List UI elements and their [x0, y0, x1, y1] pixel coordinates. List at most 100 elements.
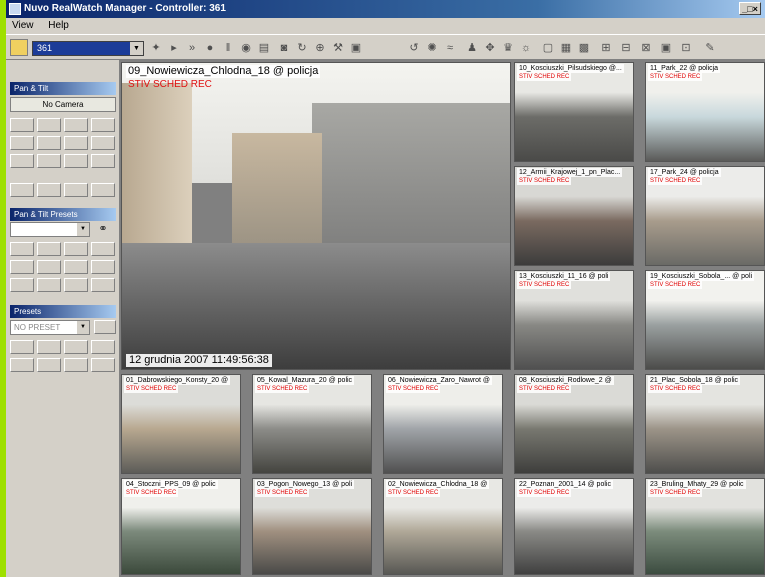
layout5-icon[interactable]: ⊟	[618, 40, 634, 56]
zoom-button[interactable]	[10, 183, 34, 197]
layout4-icon[interactable]: ⊞	[598, 40, 614, 56]
layout8-icon[interactable]: ⊡	[678, 40, 694, 56]
preset-button[interactable]	[64, 340, 88, 354]
refresh-icon[interactable]: ↻	[294, 40, 310, 56]
zoom-button[interactable]	[37, 183, 61, 197]
speed-combo[interactable]: ▼	[10, 222, 90, 237]
play-icon[interactable]: ▸	[166, 40, 182, 56]
ptz-button[interactable]	[10, 154, 34, 168]
preset-slot-button[interactable]	[37, 260, 61, 274]
undo-icon[interactable]: ↺	[406, 40, 422, 56]
wave-icon[interactable]: ≈	[442, 40, 458, 56]
preset-slot-button[interactable]	[91, 242, 115, 256]
preset-slot-button[interactable]	[10, 278, 34, 292]
camera-tile[interactable]: 11_Park_22 @ policja STIV SCHED REC	[645, 62, 765, 162]
layout-folder-icon[interactable]	[10, 39, 28, 56]
camera-tile[interactable]: 06_Nowiewicza_Zaro_Nawrot @ STIV SCHED RE…	[383, 374, 503, 474]
layout2-icon[interactable]: ▦	[558, 40, 574, 56]
camera-tile[interactable]: 08_Kosciuszki_Rodlowe_2 @ STIV SCHED REC	[514, 374, 634, 474]
menu-help[interactable]: Help	[42, 18, 75, 34]
camera-icon[interactable]: ◙	[276, 40, 292, 56]
layout6-icon[interactable]: ⊠	[638, 40, 654, 56]
camera-tile[interactable]: 23_Bruling_Mhaty_29 @ polic STIV SCHED RE…	[645, 478, 765, 575]
preset-button[interactable]	[91, 340, 115, 354]
save-icon[interactable]: ▣	[348, 40, 364, 56]
camera-tile[interactable]: 21_Plac_Sobola_18 @ polic STIV SCHED REC	[645, 374, 765, 474]
record-status: STIV SCHED REC	[648, 177, 703, 185]
camera-tile[interactable]: 12_Armii_Krajowej_1_pn_Plac... STIV SCHED…	[514, 166, 634, 266]
preset-slot-button[interactable]	[64, 278, 88, 292]
settings-icon[interactable]: ✎	[702, 40, 718, 56]
layout3-icon[interactable]: ▩	[576, 40, 592, 56]
camera-tile[interactable]: 19_Kosciuszki_Sobola_... @ poli STIV SCHE…	[645, 270, 765, 370]
app-icon	[9, 3, 21, 15]
record-icon[interactable]: ◉	[238, 40, 254, 56]
preset-button[interactable]	[37, 340, 61, 354]
camera-tile[interactable]: 22_Poznan_2001_14 @ polic STIV SCHED REC	[514, 478, 634, 575]
preset-combo-value: NO PRESET	[14, 323, 61, 332]
preset-button[interactable]	[10, 340, 34, 354]
main-camera-view[interactable]: 09_Nowiewicza_Chlodna_18 @ policja STIV …	[121, 62, 511, 370]
ptz-button[interactable]	[37, 118, 61, 132]
menu-bar: View Help	[6, 18, 765, 34]
chevron-down-icon[interactable]: ▼	[77, 223, 89, 236]
preset-slot-button[interactable]	[37, 242, 61, 256]
zoom-icon[interactable]: ⊕	[312, 40, 328, 56]
preset-combo[interactable]: NO PRESET ▼	[10, 320, 90, 335]
sun-icon[interactable]: ☼	[518, 40, 534, 56]
record-status: STIV SCHED REC	[648, 73, 703, 81]
ptz-icon[interactable]: ✥	[482, 40, 498, 56]
ptz-button[interactable]	[64, 154, 88, 168]
ptz-button[interactable]	[10, 118, 34, 132]
preset-slot-button[interactable]	[64, 242, 88, 256]
camera-tile[interactable]: 17_Park_24 @ policja STIV SCHED REC	[645, 166, 765, 266]
binoculars-icon[interactable]: ⚭	[94, 222, 112, 237]
window-controls[interactable]: _□×	[739, 2, 761, 15]
print-icon[interactable]: ▤	[256, 40, 272, 56]
camera-tile[interactable]: 05_Kowal_Mazura_20 @ polic STIV SCHED REC	[252, 374, 372, 474]
preset-go-button[interactable]	[94, 320, 116, 334]
preset-slot-button[interactable]	[10, 260, 34, 274]
alarm-icon[interactable]: ✺	[424, 40, 440, 56]
preset-slot-button[interactable]	[10, 242, 34, 256]
ptz-button[interactable]	[91, 136, 115, 150]
zoom-button[interactable]	[91, 183, 115, 197]
camera-tile[interactable]: 02_Nowiewicza_Chlodna_18 @ STIV SCHED REC	[383, 478, 503, 575]
camera-tile[interactable]: 04_Stoczni_PPS_09 @ polic STIV SCHED REC	[121, 478, 241, 575]
star-icon[interactable]: ✦	[148, 40, 164, 56]
chevron-down-icon[interactable]: ▼	[77, 321, 89, 334]
preset-button[interactable]	[64, 358, 88, 372]
ptz-button[interactable]	[37, 136, 61, 150]
camera-tile[interactable]: 03_Pogon_Nowego_13 @ poli STIV SCHED REC	[252, 478, 372, 575]
title-bar[interactable]: Nuvo RealWatch Manager - Controller: 361…	[6, 0, 765, 18]
zoom-button[interactable]	[64, 183, 88, 197]
ptz-button[interactable]	[91, 154, 115, 168]
layout1-icon[interactable]: ▢	[540, 40, 556, 56]
tools-icon[interactable]: ⚒	[330, 40, 346, 56]
preset-slot-button[interactable]	[91, 278, 115, 292]
preset-slot-button[interactable]	[64, 260, 88, 274]
ptz-button[interactable]	[37, 154, 61, 168]
preset-button[interactable]	[37, 358, 61, 372]
pause-icon[interactable]: ‖	[220, 40, 236, 56]
layout7-icon[interactable]: ▣	[658, 40, 674, 56]
preset-slot-button[interactable]	[37, 278, 61, 292]
camera-name: 13_Kosciuszki_11_16 @ poli	[517, 272, 611, 281]
camera-tile[interactable]: 01_Dabrowskiego_Konsty_20 @ STIV SCHED RE…	[121, 374, 241, 474]
camera-tile[interactable]: 10_Kosciuszki_Pilsudskiego @... STIV SCHE…	[514, 62, 634, 162]
globe-icon[interactable]: ●	[202, 40, 218, 56]
ptz-button[interactable]	[64, 118, 88, 132]
user-icon[interactable]: ♟	[464, 40, 480, 56]
preset-button[interactable]	[91, 358, 115, 372]
ptz-button[interactable]	[91, 118, 115, 132]
chevron-down-icon[interactable]: ▼	[130, 42, 143, 55]
menu-view[interactable]: View	[6, 18, 40, 34]
preset-button[interactable]	[10, 358, 34, 372]
camera-tile[interactable]: 13_Kosciuszki_11_16 @ poli STIV SCHED REC	[514, 270, 634, 370]
trophy-icon[interactable]: ♛	[500, 40, 516, 56]
ptz-button[interactable]	[64, 136, 88, 150]
controller-select[interactable]: 361 ▼	[32, 41, 144, 56]
preset-slot-button[interactable]	[91, 260, 115, 274]
forward-icon[interactable]: »	[184, 40, 200, 56]
ptz-button[interactable]	[10, 136, 34, 150]
